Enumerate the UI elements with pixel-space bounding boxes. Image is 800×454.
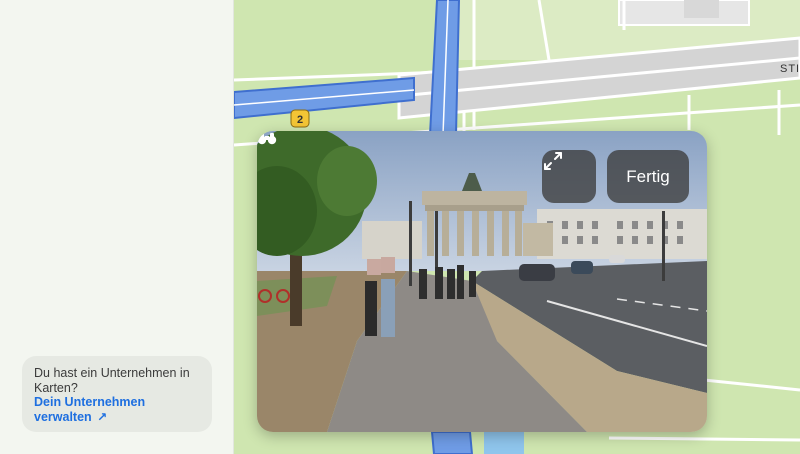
- manage-business-link-line2: verwalten: [34, 409, 92, 424]
- done-button[interactable]: Fertig: [607, 150, 689, 203]
- road-shield-label: 2: [297, 114, 303, 126]
- business-prompt: Du hast ein Unternehmen in Karten?: [34, 366, 190, 395]
- external-arrow-icon: ↗: [97, 409, 108, 424]
- sidebar: Du hast ein Unternehmen in Karten? Dein …: [0, 0, 234, 454]
- street-label: STI: [780, 63, 800, 75]
- expand-button[interactable]: [542, 150, 596, 203]
- manage-business-link[interactable]: Dein Unternehmen verwalten ↗: [34, 395, 200, 424]
- look-around-panel[interactable]: Fertig: [257, 131, 707, 432]
- binoculars-icon: [257, 133, 277, 145]
- business-card[interactable]: Du hast ein Unternehmen in Karten? Dein …: [22, 356, 212, 432]
- expand-arrows-icon: [544, 152, 562, 170]
- manage-business-link-line1: Dein Unternehmen: [34, 395, 146, 409]
